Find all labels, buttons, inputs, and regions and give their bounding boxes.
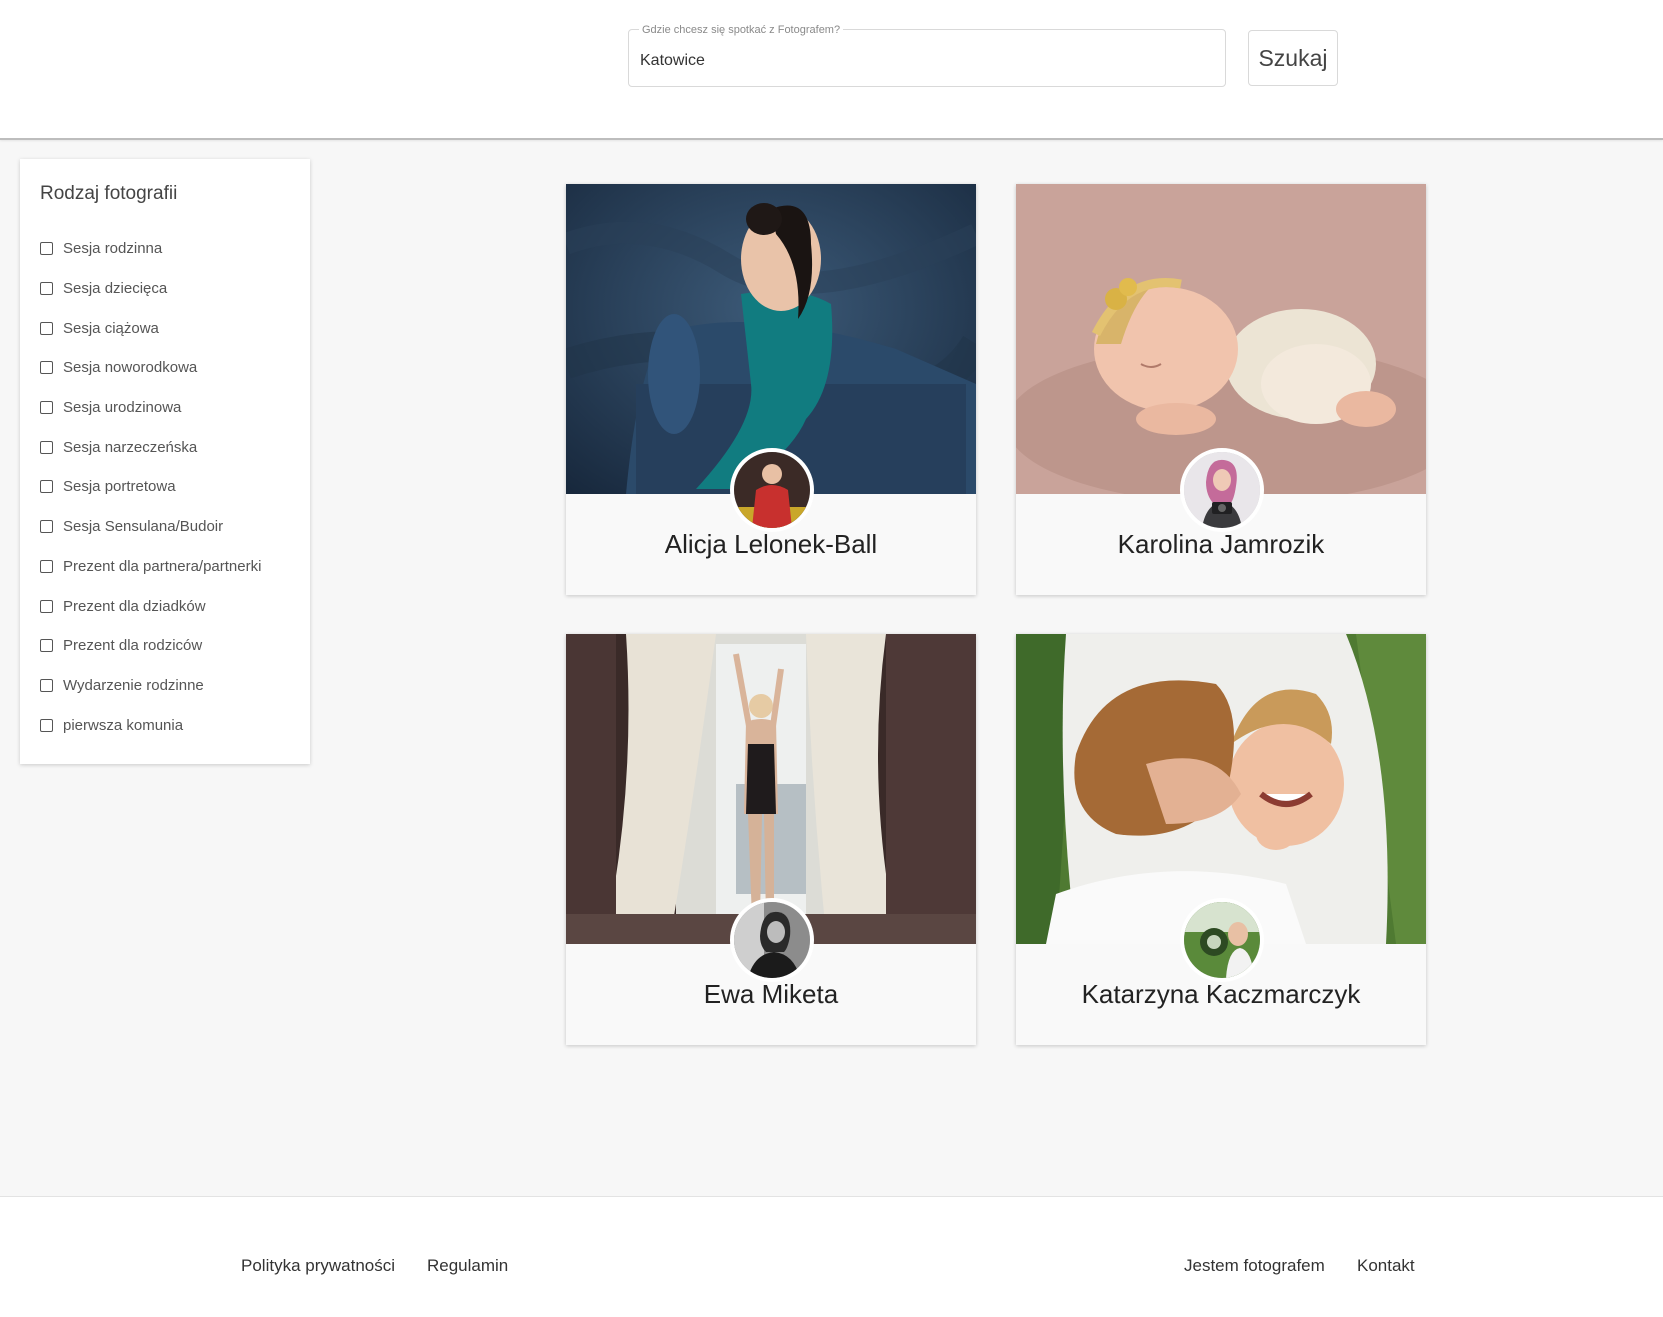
filter-label: pierwsza komunia bbox=[63, 716, 184, 734]
photographer-card[interactable]: Alicja Lelonek-Ball bbox=[566, 184, 976, 595]
filter-label: Prezent dla rodziców bbox=[63, 637, 203, 655]
photographer-card[interactable]: Ewa Miketa bbox=[566, 634, 976, 1045]
filter-item-sesja-narzeczenska[interactable]: Sesja narzeczeńska bbox=[40, 427, 261, 467]
filter-item-sesja-rodzinna[interactable]: Sesja rodzinna bbox=[40, 229, 261, 269]
photographer-card[interactable]: Karolina Jamrozik bbox=[1016, 184, 1426, 595]
header: Gdzie chcesz się spotkać z Fotografem? S… bbox=[0, 0, 1663, 140]
filter-label: Wydarzenie rodzinne bbox=[63, 676, 204, 694]
search-button[interactable]: Szukaj bbox=[1248, 30, 1338, 86]
filter-label: Sesja portretowa bbox=[63, 478, 176, 496]
filter-item-sesja-ciazowa[interactable]: Sesja ciążowa bbox=[40, 308, 261, 348]
avatar[interactable] bbox=[1180, 898, 1264, 982]
checkbox[interactable] bbox=[40, 401, 53, 415]
filter-item-pierwsza-komunia[interactable]: pierwsza komunia bbox=[40, 705, 261, 745]
avatar-green-lens bbox=[1184, 902, 1260, 978]
filter-item-prezent-rodzicow[interactable]: Prezent dla rodziców bbox=[40, 626, 261, 666]
filter-label: Sesja urodzinowa bbox=[63, 399, 182, 417]
filter-list: Sesja rodzinna Sesja dziecięca Sesja cią… bbox=[40, 229, 261, 745]
filter-item-wydarzenie-rodzinne[interactable]: Wydarzenie rodzinne bbox=[40, 666, 261, 706]
footer-link-photographer[interactable]: Jestem fotografem bbox=[1184, 1256, 1325, 1276]
checkbox[interactable] bbox=[40, 639, 53, 653]
photographer-name[interactable]: Karolina Jamrozik bbox=[1016, 529, 1426, 560]
photographer-name[interactable]: Ewa Miketa bbox=[566, 979, 976, 1010]
checkbox[interactable] bbox=[40, 559, 53, 573]
avatar[interactable] bbox=[730, 898, 814, 982]
avatar-pink-hair-camera bbox=[1184, 452, 1260, 528]
avatar[interactable] bbox=[1180, 448, 1264, 532]
filter-label: Sesja rodzinna bbox=[63, 240, 163, 258]
filter-item-sesja-portretowa[interactable]: Sesja portretowa bbox=[40, 467, 261, 507]
filter-label: Prezent dla dziadków bbox=[63, 597, 206, 615]
footer-link-contact[interactable]: Kontakt bbox=[1357, 1256, 1415, 1276]
checkbox[interactable] bbox=[40, 520, 53, 534]
search-field[interactable]: Gdzie chcesz się spotkać z Fotografem? bbox=[628, 24, 1226, 87]
filter-label: Sesja narzeczeńska bbox=[63, 438, 198, 456]
checkbox[interactable] bbox=[40, 321, 53, 335]
checkbox[interactable] bbox=[40, 599, 53, 613]
search-label: Gdzie chcesz się spotkać z Fotografem? bbox=[639, 24, 844, 36]
checkbox[interactable] bbox=[40, 480, 53, 494]
checkbox[interactable] bbox=[40, 242, 53, 256]
filter-item-prezent-partner[interactable]: Prezent dla partnera/partnerki bbox=[40, 547, 261, 587]
checkbox[interactable] bbox=[40, 282, 53, 296]
filter-panel: Rodzaj fotografii Sesja rodzinna Sesja d… bbox=[20, 159, 310, 764]
photographer-name[interactable]: Alicja Lelonek-Ball bbox=[566, 529, 976, 560]
filter-item-sesja-sensualna[interactable]: Sesja Sensulana/Budoir bbox=[40, 507, 261, 547]
checkbox[interactable] bbox=[40, 361, 53, 375]
avatar-red-dress bbox=[734, 452, 810, 528]
filter-label: Sesja ciążowa bbox=[63, 319, 159, 337]
checkbox[interactable] bbox=[40, 718, 53, 732]
footer: Polityka prywatności Regulamin Jestem fo… bbox=[0, 1196, 1663, 1317]
filter-label: Prezent dla partnera/partnerki bbox=[63, 557, 262, 575]
avatar[interactable] bbox=[730, 448, 814, 532]
search-input[interactable] bbox=[640, 46, 1200, 76]
footer-link-privacy-policy[interactable]: Polityka prywatności bbox=[241, 1256, 395, 1276]
filter-label: Sesja Sensulana/Budoir bbox=[63, 518, 224, 536]
photographer-card[interactable]: Katarzyna Kaczmarczyk bbox=[1016, 634, 1426, 1045]
filter-item-sesja-noworodkowa[interactable]: Sesja noworodkowa bbox=[40, 348, 261, 388]
checkbox[interactable] bbox=[40, 440, 53, 454]
checkbox[interactable] bbox=[40, 678, 53, 692]
filter-item-sesja-dziecieca[interactable]: Sesja dziecięca bbox=[40, 269, 261, 309]
filter-item-prezent-dziadkow[interactable]: Prezent dla dziadków bbox=[40, 586, 261, 626]
filter-item-sesja-urodzinowa[interactable]: Sesja urodzinowa bbox=[40, 388, 261, 428]
photographer-name[interactable]: Katarzyna Kaczmarczyk bbox=[1016, 979, 1426, 1010]
filter-label: Sesja dziecięca bbox=[63, 280, 168, 298]
footer-link-terms[interactable]: Regulamin bbox=[427, 1256, 508, 1276]
filter-label: Sesja noworodkowa bbox=[63, 359, 198, 377]
avatar-black-white bbox=[734, 902, 810, 978]
filter-title: Rodzaj fotografii bbox=[40, 183, 178, 204]
